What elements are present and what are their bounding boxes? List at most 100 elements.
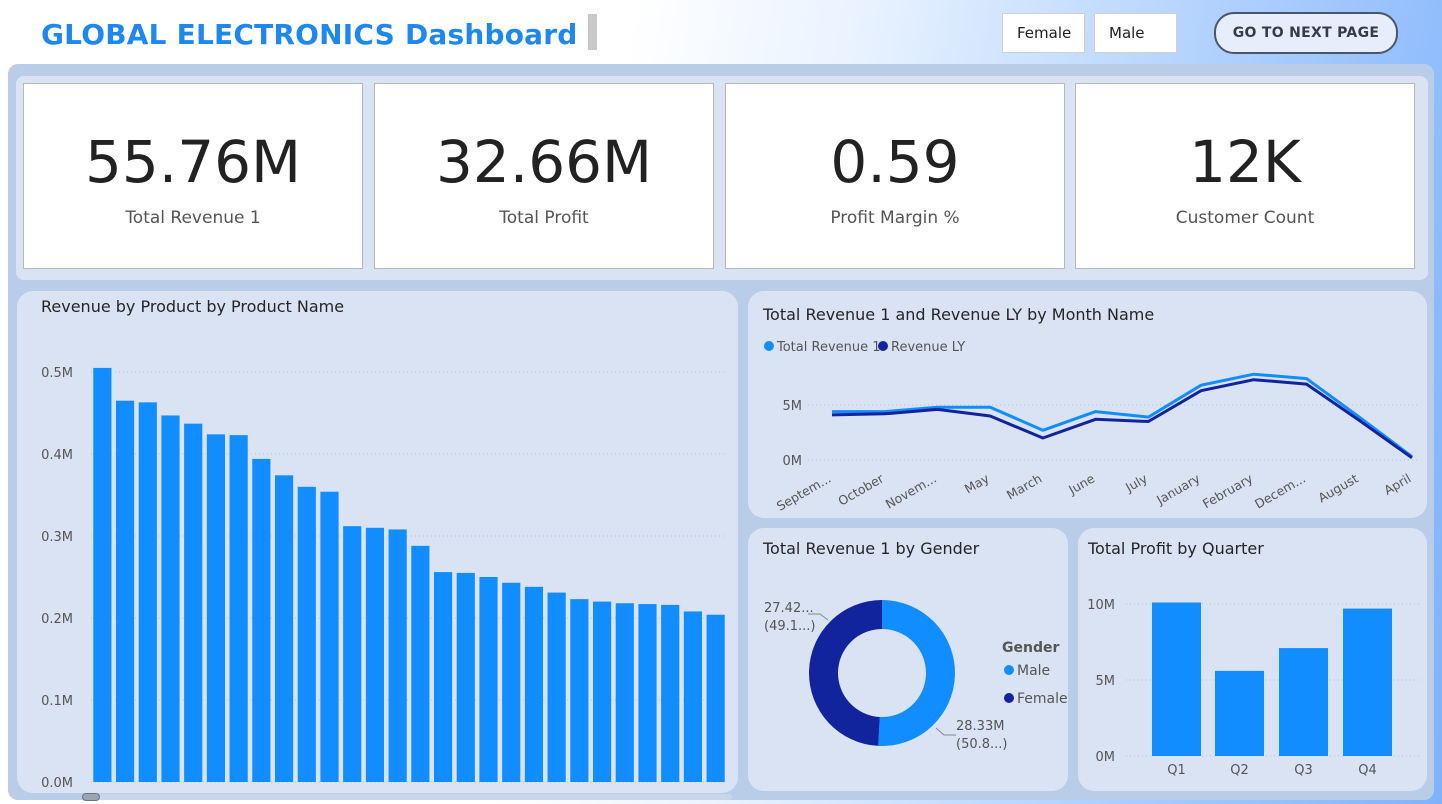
revenue-by-gender-chart[interactable]: 28.33M (50.8...) 27.42... (49.1...) Gender Ma…: [748, 528, 1068, 791]
y-tick-label: 0.0M: [41, 776, 73, 791]
x-tick-label: Q1: [1167, 763, 1186, 778]
x-tick-label: May: [962, 470, 992, 496]
legend-marker: [878, 341, 888, 351]
kpi-value: 32.66M: [435, 128, 653, 196]
slicer-male[interactable]: Male: [1094, 13, 1177, 53]
bar[interactable]: [615, 603, 634, 782]
bar[interactable]: [161, 415, 180, 782]
y-tick-label: 0.3M: [41, 530, 73, 545]
legend-label: Male: [1017, 663, 1050, 679]
legend-marker: [764, 341, 774, 351]
series-line: [832, 372, 1413, 458]
x-tick-label: March: [1004, 471, 1045, 503]
leader-line: [935, 727, 956, 736]
y-tick-label: 0.5M: [41, 366, 73, 381]
legend-marker: [1004, 693, 1014, 703]
data-label: 27.42...: [764, 601, 814, 616]
y-tick-label: 5M: [783, 399, 803, 414]
legend-label: Female: [1017, 691, 1068, 707]
bar[interactable]: [229, 435, 248, 782]
title-divider: [588, 14, 597, 50]
kpi-card-total-profit[interactable]: 32.66M Total Profit: [374, 83, 714, 269]
bar[interactable]: [206, 434, 226, 782]
bar[interactable]: [433, 572, 453, 782]
bar[interactable]: [570, 599, 589, 782]
x-tick-label: July: [1122, 470, 1150, 495]
y-tick-label: 0M: [1096, 750, 1116, 765]
bar[interactable]: [1279, 648, 1328, 756]
bar[interactable]: [683, 611, 703, 782]
bar[interactable]: [343, 526, 362, 782]
y-tick-label: 0.4M: [41, 448, 73, 463]
kpi-label: Customer Count: [1175, 208, 1315, 228]
x-tick-label: April: [1381, 471, 1413, 498]
x-tick-label: August: [1315, 471, 1360, 506]
bar[interactable]: [456, 572, 475, 782]
revenue-by-month-chart[interactable]: Total Revenue 1 Revenue LY 0M 5M Septem... Oc…: [748, 291, 1427, 518]
kpi-card-total-revenue[interactable]: 55.76M Total Revenue 1: [23, 83, 363, 269]
x-tick-label: June: [1065, 470, 1097, 497]
y-tick-label: 0M: [783, 454, 803, 469]
kpi-label: Profit Margin %: [830, 208, 960, 228]
x-tick-label: January: [1153, 470, 1203, 507]
page-title: GLOBAL ELECTRONICS Dashboard: [41, 18, 578, 51]
chart-card-revenue-by-month[interactable]: Total Revenue 1 and Revenue LY by Month …: [748, 291, 1427, 518]
y-tick-label: 0.1M: [41, 694, 73, 709]
revenue-by-product-chart[interactable]: 0.0M 0.1M 0.2M 0.3M 0.4M 0.5M: [17, 291, 738, 793]
bar[interactable]: [138, 402, 157, 782]
kpi-card-profit-margin[interactable]: 0.59 Profit Margin %: [725, 83, 1065, 269]
x-tick-label: October: [835, 470, 887, 508]
donut-slice[interactable]: [878, 600, 956, 746]
bar[interactable]: [706, 614, 725, 782]
data-label-pct: (49.1...): [764, 619, 816, 634]
x-tick-label: Q2: [1230, 763, 1249, 778]
donut-slice[interactable]: [809, 600, 882, 746]
y-tick-label: 5M: [1096, 674, 1116, 689]
x-tick-label: Q3: [1294, 763, 1313, 778]
bar[interactable]: [524, 586, 544, 782]
bar[interactable]: [1343, 608, 1392, 756]
legend-marker: [1004, 665, 1014, 675]
chart-card-profit-by-quarter[interactable]: Total Profit by Quarter 0M 5M 10M Q1 Q2 Q3 Q4: [1078, 528, 1427, 791]
kpi-label: Total Profit: [499, 208, 589, 228]
kpi-value: 0.59: [830, 128, 960, 196]
bar[interactable]: [479, 577, 498, 782]
x-tick-label: Septem...: [774, 471, 834, 514]
y-tick-label: 0.2M: [41, 612, 73, 627]
kpi-card-customer-count[interactable]: 12K Customer Count: [1075, 83, 1415, 269]
bar[interactable]: [115, 400, 135, 782]
bar[interactable]: [661, 604, 680, 782]
kpi-value: 12K: [1189, 128, 1301, 196]
chart-card-revenue-by-gender[interactable]: Total Revenue 1 by Gender 28.33M (50.8...…: [748, 528, 1068, 791]
bar[interactable]: [184, 423, 203, 782]
bar[interactable]: [1152, 602, 1201, 756]
bar[interactable]: [320, 491, 339, 782]
bar[interactable]: [93, 367, 112, 782]
bar[interactable]: [297, 486, 316, 782]
chart-card-revenue-by-product[interactable]: Revenue by Product by Product Name 0.0M 0…: [17, 291, 738, 793]
y-tick-label: 10M: [1087, 598, 1115, 613]
data-label-pct: (50.8...): [956, 737, 1008, 752]
kpi-label: Total Revenue 1: [125, 208, 261, 228]
bar[interactable]: [274, 475, 294, 782]
chart-scrollbar-track[interactable]: [82, 794, 732, 800]
bar[interactable]: [1215, 670, 1264, 756]
bar[interactable]: [365, 527, 385, 782]
go-to-next-page-button[interactable]: GO TO NEXT PAGE: [1214, 12, 1398, 54]
legend-label: Revenue LY: [891, 340, 965, 355]
bar[interactable]: [638, 604, 657, 782]
bar[interactable]: [252, 458, 271, 782]
legend-title: Gender: [1002, 640, 1059, 656]
bar[interactable]: [411, 545, 430, 782]
x-tick-label: Decem...: [1252, 471, 1308, 512]
bar[interactable]: [502, 582, 521, 782]
chart-scrollbar-thumb[interactable]: [82, 793, 100, 801]
slicer-female[interactable]: Female: [1002, 13, 1085, 53]
x-tick-label: February: [1200, 470, 1256, 511]
data-label: 28.33M: [956, 719, 1004, 734]
x-tick-label: Novem...: [883, 471, 939, 512]
profit-by-quarter-chart[interactable]: 0M 5M 10M Q1 Q2 Q3 Q4: [1078, 528, 1427, 791]
bar[interactable]: [388, 529, 407, 782]
bar[interactable]: [592, 601, 612, 782]
bar[interactable]: [547, 592, 566, 782]
